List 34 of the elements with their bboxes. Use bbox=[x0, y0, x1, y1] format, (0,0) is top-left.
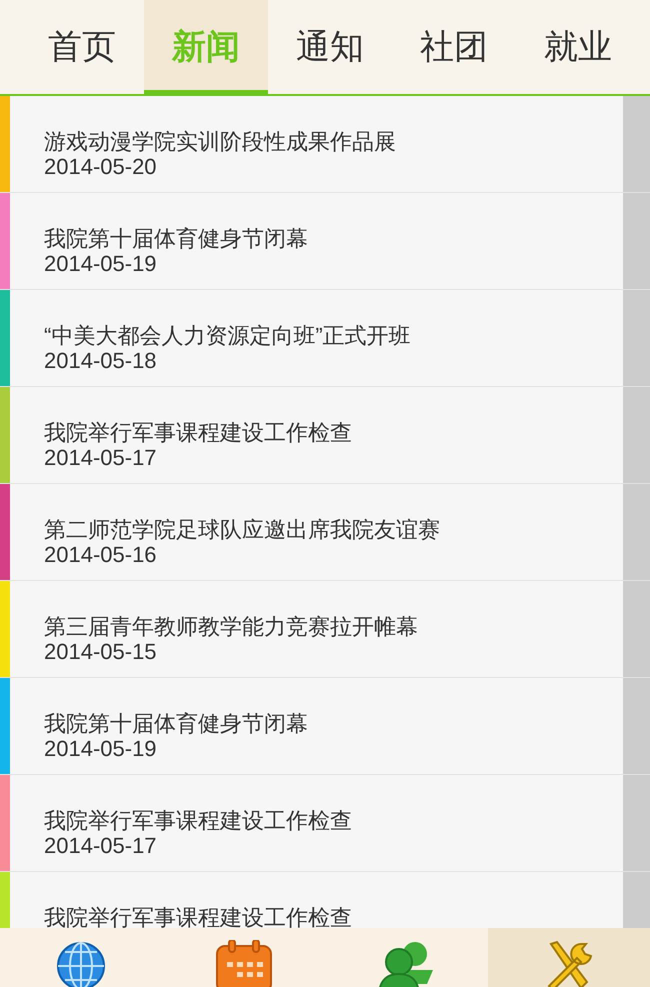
news-date: 2014-05-18 bbox=[44, 348, 157, 373]
nav-tab[interactable]: 首页 bbox=[20, 0, 144, 94]
nav-tab[interactable]: 通知 bbox=[268, 0, 392, 94]
nav-tab[interactable]: 社团 bbox=[392, 0, 516, 94]
bottom-nav-button[interactable] bbox=[488, 928, 650, 987]
news-item[interactable]: 我院举行军事课程建设工作检查 2014-05-17 bbox=[0, 775, 650, 872]
news-date: 2014-05-17 bbox=[44, 445, 157, 470]
news-title: 我院第十届体育健身节闭幕 bbox=[44, 711, 308, 736]
nav-tab[interactable]: 就业 bbox=[516, 0, 640, 94]
news-item[interactable]: 第二师范学院足球队应邀出席我院友谊赛 2014-05-16 bbox=[0, 484, 650, 581]
news-date: 2014-05-15 bbox=[44, 639, 157, 664]
news-title: 我院举行军事课程建设工作检查 bbox=[44, 808, 352, 833]
news-date: 2014-05-19 bbox=[44, 251, 157, 276]
people-icon bbox=[377, 940, 436, 987]
news-date: 2014-05-20 bbox=[44, 154, 157, 179]
news-title: 游戏动漫学院实训阶段性成果作品展 bbox=[44, 129, 396, 154]
globe-icon bbox=[55, 940, 108, 987]
news-date: 2014-05-16 bbox=[44, 542, 157, 567]
news-title: “中美大都会人力资源定向班”正式开班 bbox=[44, 323, 411, 348]
news-item[interactable]: 游戏动漫学院实训阶段性成果作品展 2014-05-20 bbox=[0, 96, 650, 193]
news-item[interactable]: 第三届青年教师教学能力竞赛拉开帷幕 2014-05-15 bbox=[0, 581, 650, 678]
news-title: 我院举行军事课程建设工作检查 bbox=[44, 905, 352, 928]
news-item[interactable]: 我院第十届体育健身节闭幕 2014-05-19 bbox=[0, 678, 650, 775]
calendar-icon bbox=[214, 940, 273, 987]
news-title: 第三届青年教师教学能力竞赛拉开帷幕 bbox=[44, 614, 418, 639]
news-item[interactable]: 我院举行军事课程建设工作检查 bbox=[0, 872, 650, 928]
news-item[interactable]: 我院第十届体育健身节闭幕 2014-05-19 bbox=[0, 193, 650, 290]
news-date: 2014-05-19 bbox=[44, 736, 157, 761]
news-date: 2014-05-17 bbox=[44, 833, 157, 858]
news-title: 我院第十届体育健身节闭幕 bbox=[44, 226, 308, 251]
news-item[interactable]: 我院举行军事课程建设工作检查 2014-05-17 bbox=[0, 387, 650, 484]
news-title: 第二师范学院足球队应邀出席我院友谊赛 bbox=[44, 517, 440, 542]
news-item[interactable]: “中美大都会人力资源定向班”正式开班 2014-05-18 bbox=[0, 290, 650, 387]
news-title: 我院举行军事课程建设工作检查 bbox=[44, 420, 352, 445]
